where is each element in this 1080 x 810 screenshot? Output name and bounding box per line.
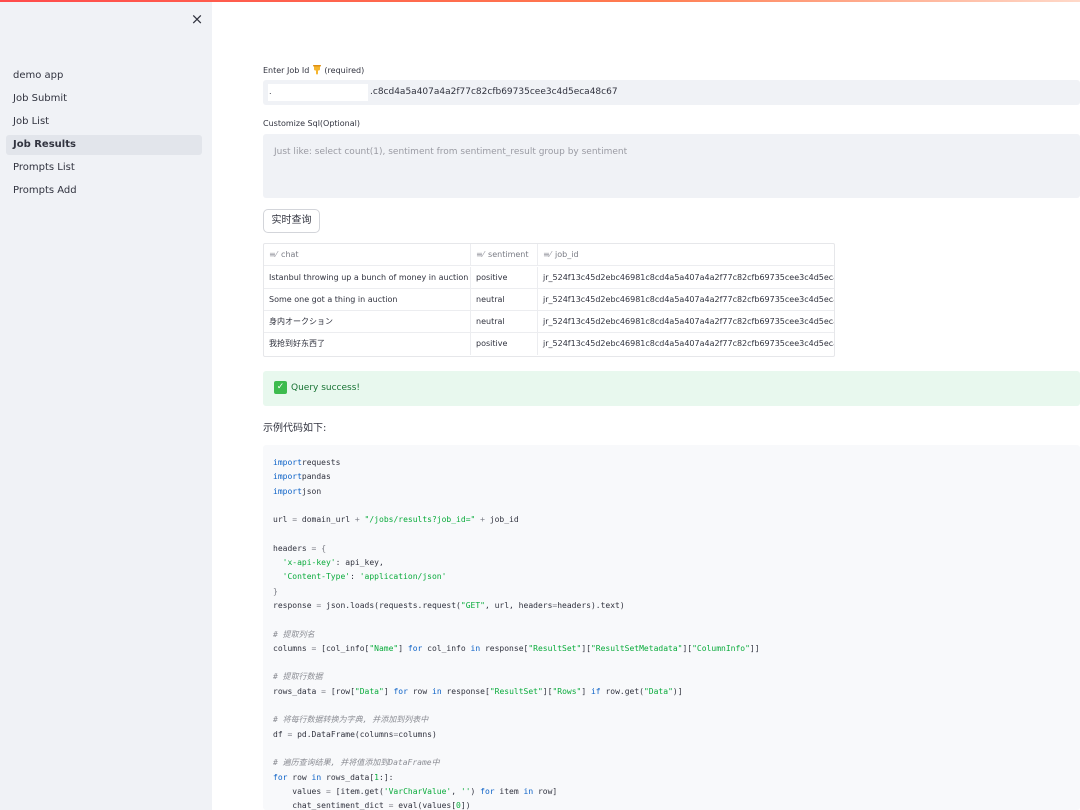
code-line: values = [item.get('VarCharValue', '') f… (273, 786, 558, 796)
job-id-input[interactable]: . .c8cd4a5a407a4a2f77c82cfb69735cee3c4d5… (263, 80, 1080, 105)
sql-placeholder: Just like: select count(1), sentiment fr… (274, 147, 628, 157)
code-line: importpandas (273, 472, 331, 482)
close-sidebar-icon[interactable]: × (187, 10, 207, 28)
table-row[interactable]: 身内オークション neutral jr_524f13c45d2ebc46981c… (264, 311, 834, 333)
code-line: columns = [col_info["Name"] for col_info… (273, 643, 760, 653)
cell-job-id[interactable]: jr_524f13c45d2ebc46981c8cd4a5a407a4a2f77… (538, 289, 834, 311)
realtime-query-button[interactable]: 实时查询 (263, 209, 320, 233)
cell-chat[interactable]: Istanbul throwing up a bunch of money in… (264, 267, 471, 289)
success-alert: ✓ Query success! (263, 371, 1080, 406)
cell-job-id[interactable]: jr_524f13c45d2ebc46981c8cd4a5a407a4a2f77… (538, 333, 834, 355)
cell-sentiment[interactable]: positive (471, 333, 538, 355)
example-code-title: 示例代码如下: (263, 423, 327, 434)
cell-sentiment[interactable]: neutral (471, 289, 538, 311)
code-line: 'Content-Type': 'application/json' (282, 572, 447, 582)
redacted-region (268, 84, 368, 101)
column-header-job-id[interactable]: ≡⁄ job_id (538, 244, 834, 266)
sidebar-nav: demo app Job Submit Job List Job Results… (6, 66, 202, 204)
success-message: Query success! (291, 383, 361, 393)
column-header-label: sentiment (488, 250, 529, 259)
code-line: } (273, 586, 278, 596)
code-line: # 将每行数据转换为字典, 并添加到列表中 (273, 715, 429, 725)
text-column-icon: ≡⁄ (476, 250, 485, 259)
column-header-sentiment[interactable]: ≡⁄ sentiment (471, 244, 538, 266)
cell-chat[interactable]: 我抢到好东西了 (264, 333, 471, 355)
code-line: importrequests (273, 458, 341, 467)
code-line: headers = { (273, 543, 327, 553)
sidebar-item-job-list[interactable]: Job List (6, 112, 202, 132)
code-line: 'x-api-key': api_key, (282, 558, 384, 568)
table-row[interactable]: Istanbul throwing up a bunch of money in… (264, 267, 834, 289)
code-line: # 提取列名 (273, 629, 315, 639)
column-header-chat[interactable]: ≡⁄ chat (264, 244, 471, 266)
cell-job-id[interactable]: jr_524f13c45d2ebc46981c8cd4a5a407a4a2f77… (538, 267, 834, 289)
sql-textarea[interactable]: Just like: select count(1), sentiment fr… (263, 134, 1080, 198)
sidebar-item-prompts-list[interactable]: Prompts List (6, 158, 202, 178)
code-line: response = json.loads(requests.request("… (273, 600, 625, 610)
job-id-label-text: Enter Job Id (263, 66, 310, 75)
code-line: for row in rows_data[1:]: (273, 772, 394, 782)
cell-sentiment[interactable]: positive (471, 267, 538, 289)
cell-chat[interactable]: 身内オークション (264, 311, 471, 333)
code-line: # 提取行数据 (273, 672, 323, 682)
table-row[interactable]: 我抢到好东西了 positive jr_524f13c45d2ebc46981c… (264, 333, 834, 355)
sidebar-item-demo-app[interactable]: demo app (6, 66, 202, 86)
job-id-value-prefix: . (269, 87, 272, 96)
code-line: chat_sentiment_dict = eval(values[0]) (273, 801, 471, 810)
sql-label: Customize Sql(Optional) (263, 119, 360, 128)
job-id-value: .c8cd4a5a407a4a2f77c82cfb69735cee3c4d5ec… (370, 87, 618, 97)
sidebar-item-job-submit[interactable]: Job Submit (6, 89, 202, 109)
cell-sentiment[interactable]: neutral (471, 311, 538, 333)
results-table[interactable]: ≡⁄ chat ≡⁄ sentiment ≡⁄ job_id Istanbul thr… (263, 243, 835, 357)
code-line: url = domain_url + "/jobs/results?job_id… (273, 515, 519, 525)
cell-job-id[interactable]: jr_524f13c45d2ebc46981c8cd4a5a407a4a2f77… (538, 311, 834, 333)
text-column-icon: ≡⁄ (543, 250, 552, 259)
code-block[interactable]: importrequests importpandas importjson url… (263, 445, 1080, 810)
text-column-icon: ≡⁄ (269, 250, 278, 259)
job-id-label: Enter Job Id (required) (263, 65, 364, 75)
sidebar-item-prompts-add[interactable]: Prompts Add (6, 181, 202, 201)
code-line: rows_data = [row["Data"] for row in resp… (273, 686, 683, 696)
job-id-value-text: c8cd4a5a407a4a2f77c82cfb69735cee3c4d5eca… (372, 87, 618, 97)
cell-chat[interactable]: Some one got a thing in auction (264, 289, 471, 311)
check-mark-icon: ✓ (274, 381, 287, 394)
table-header-row: ≡⁄ chat ≡⁄ sentiment ≡⁄ job_id (264, 244, 834, 266)
job-id-required-text: (required) (324, 66, 365, 75)
pointing-down-hand-icon (312, 65, 321, 75)
column-header-label: chat (281, 250, 299, 259)
table-row[interactable]: Some one got a thing in auction neutral … (264, 289, 834, 311)
sidebar-item-job-results[interactable]: Job Results (6, 135, 202, 155)
column-header-label: job_id (555, 250, 579, 259)
sidebar: × demo app Job Submit Job List Job Resul… (0, 2, 212, 810)
main-content: Enter Job Id (required) . .c8cd4a5a407a4… (212, 2, 1080, 810)
code-line: # 遍历查询结果, 并将值添加到DataFrame中 (273, 758, 440, 768)
code-line: df = pd.DataFrame(columns=columns) (273, 729, 437, 739)
code-line: importjson (273, 486, 322, 496)
